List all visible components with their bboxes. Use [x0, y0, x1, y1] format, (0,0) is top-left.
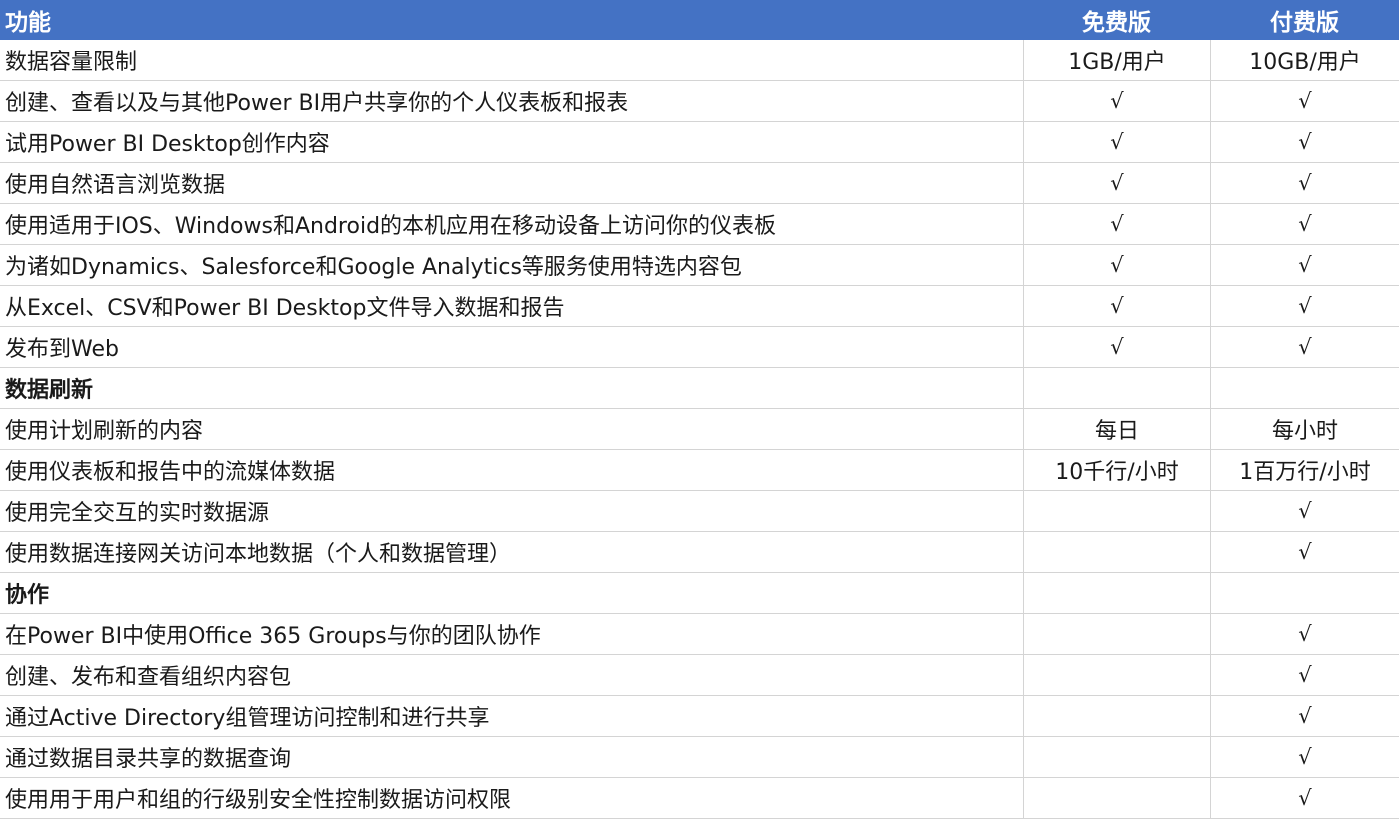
paid-check-mark: √ [1210, 655, 1399, 695]
paid-cell [1210, 368, 1399, 408]
paid-check-mark: √ [1210, 122, 1399, 162]
feature-cell: 创建、查看以及与其他Power BI用户共享你的个人仪表板和报表 [5, 91, 629, 116]
paid-check-mark: √ [1210, 491, 1399, 531]
feature-cell: 试用Power BI Desktop创作内容 [5, 132, 330, 157]
table-row: 使用用于用户和组的行级别安全性控制数据访问权限 √ [0, 778, 1399, 819]
paid-check-mark: √ [1210, 204, 1399, 244]
table-row: 使用仪表板和报告中的流媒体数据 10千行/小时 1百万行/小时 [0, 450, 1399, 491]
table-body: 数据容量限制 1GB/用户 10GB/用户 创建、查看以及与其他Power BI用户共… [0, 40, 1399, 819]
feature-cell: 数据刷新 [5, 378, 94, 403]
paid-cell: 1百万行/小时 [1210, 450, 1399, 490]
free-check-mark: √ [1023, 286, 1210, 326]
feature-cell: 使用用于用户和组的行级别安全性控制数据访问权限 [5, 788, 512, 813]
free-cell: 1GB/用户 [1023, 40, 1210, 80]
free-cell [1023, 532, 1210, 572]
feature-cell: 通过数据目录共享的数据查询 [5, 747, 292, 772]
feature-cell: 使用自然语言浏览数据 [5, 173, 226, 198]
table-row: 使用完全交互的实时数据源 √ [0, 491, 1399, 532]
header-paid: 付费版 [1270, 10, 1339, 36]
feature-cell: 创建、发布和查看组织内容包 [5, 665, 292, 690]
paid-check-mark: √ [1210, 245, 1399, 285]
paid-check-mark: √ [1210, 163, 1399, 203]
feature-comparison-table: 功能 免费版 付费版 数据容量限制 1GB/用户 10GB/用户 创建、查看以及与其他… [0, 0, 1399, 819]
feature-cell: 为诸如Dynamics、Salesforce和Google Analytics等… [5, 255, 742, 280]
paid-check-mark: √ [1210, 778, 1399, 818]
table-row: 使用自然语言浏览数据 √ √ [0, 163, 1399, 204]
free-check-mark: √ [1023, 327, 1210, 367]
free-cell [1023, 696, 1210, 736]
paid-check-mark: √ [1210, 327, 1399, 367]
feature-cell: 使用适用于IOS、Windows和Android的本机应用在移动设备上访问你的仪… [5, 214, 777, 239]
free-check-mark: √ [1023, 163, 1210, 203]
table-row: 数据容量限制 1GB/用户 10GB/用户 [0, 40, 1399, 81]
table-row: 从Excel、CSV和Power BI Desktop文件导入数据和报告 √ √ [0, 286, 1399, 327]
section-header-row: 数据刷新 [0, 368, 1399, 409]
free-cell [1023, 368, 1210, 408]
table-row: 创建、查看以及与其他Power BI用户共享你的个人仪表板和报表 √ √ [0, 81, 1399, 122]
free-check-mark: √ [1023, 122, 1210, 162]
free-cell [1023, 491, 1210, 531]
free-cell [1023, 737, 1210, 777]
table-row: 在Power BI中使用Office 365 Groups与你的团队协作 √ [0, 614, 1399, 655]
feature-cell: 在Power BI中使用Office 365 Groups与你的团队协作 [5, 624, 541, 649]
paid-cell: 10GB/用户 [1210, 40, 1399, 80]
paid-check-mark: √ [1210, 614, 1399, 654]
paid-check-mark: √ [1210, 532, 1399, 572]
paid-cell: 每小时 [1210, 409, 1399, 449]
table-row: 使用数据连接网关访问本地数据（个人和数据管理） √ [0, 532, 1399, 573]
paid-check-mark: √ [1210, 286, 1399, 326]
feature-cell: 通过Active Directory组管理访问控制和进行共享 [5, 706, 490, 731]
table-row: 为诸如Dynamics、Salesforce和Google Analytics等… [0, 245, 1399, 286]
feature-cell: 发布到Web [5, 337, 119, 362]
table-row: 试用Power BI Desktop创作内容 √ √ [0, 122, 1399, 163]
feature-cell: 协作 [5, 583, 50, 608]
feature-cell: 从Excel、CSV和Power BI Desktop文件导入数据和报告 [5, 296, 565, 321]
paid-cell [1210, 573, 1399, 613]
free-cell: 每日 [1023, 409, 1210, 449]
paid-check-mark: √ [1210, 696, 1399, 736]
feature-cell: 使用仪表板和报告中的流媒体数据 [5, 460, 336, 485]
free-check-mark: √ [1023, 204, 1210, 244]
section-header-row: 协作 [0, 573, 1399, 614]
table-row: 使用适用于IOS、Windows和Android的本机应用在移动设备上访问你的仪… [0, 204, 1399, 245]
table-row: 通过Active Directory组管理访问控制和进行共享 √ [0, 696, 1399, 737]
header-feature: 功能 [5, 10, 51, 36]
feature-cell: 使用计划刷新的内容 [5, 419, 204, 444]
paid-check-mark: √ [1210, 81, 1399, 121]
free-check-mark: √ [1023, 245, 1210, 285]
free-cell: 10千行/小时 [1023, 450, 1210, 490]
paid-check-mark: √ [1210, 737, 1399, 777]
header-free: 免费版 [1082, 10, 1151, 36]
feature-cell: 使用数据连接网关访问本地数据（个人和数据管理） [5, 542, 512, 567]
free-check-mark: √ [1023, 81, 1210, 121]
feature-cell: 数据容量限制 [5, 50, 138, 75]
table-row: 发布到Web √ √ [0, 327, 1399, 368]
free-cell [1023, 573, 1210, 613]
table-row: 使用计划刷新的内容 每日 每小时 [0, 409, 1399, 450]
table-header: 功能 免费版 付费版 [0, 0, 1399, 40]
table-row: 创建、发布和查看组织内容包 √ [0, 655, 1399, 696]
feature-cell: 使用完全交互的实时数据源 [5, 501, 270, 526]
table-row: 通过数据目录共享的数据查询 √ [0, 737, 1399, 778]
free-cell [1023, 778, 1210, 818]
free-cell [1023, 614, 1210, 654]
free-cell [1023, 655, 1210, 695]
